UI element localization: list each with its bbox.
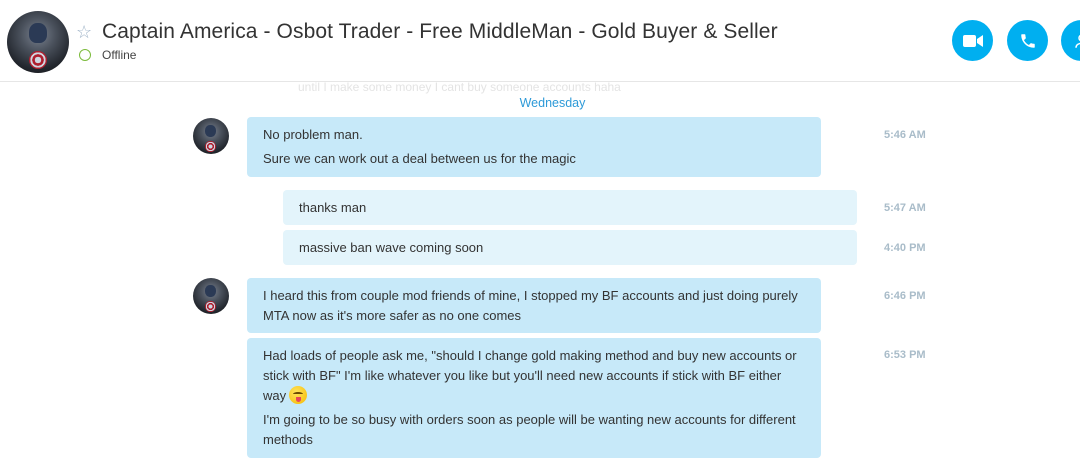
message-timestamp: 4:40 PM (884, 242, 926, 254)
message-bubble[interactable]: massive ban wave coming soon (283, 230, 857, 265)
message-text: No problem man. (263, 127, 363, 142)
tongue-out-wink-emoji-icon (289, 386, 308, 404)
message-text: massive ban wave coming soon (299, 240, 484, 255)
avatar-figure (29, 23, 47, 43)
add-person-icon (1074, 34, 1080, 48)
message-text: Had loads of people ask me, "should I ch… (263, 348, 797, 403)
message-bubble[interactable]: Had loads of people ask me, "should I ch… (247, 338, 821, 458)
avatar-figure (205, 125, 216, 137)
message-timestamp: 6:46 PM (884, 290, 926, 302)
avatar-shield (205, 141, 216, 152)
presence-status-icon (79, 49, 91, 61)
message-bubble[interactable]: No problem man. Sure we can work out a d… (247, 117, 821, 177)
video-camera-icon (962, 34, 983, 47)
message-timestamp: 5:46 AM (884, 129, 926, 141)
video-call-button[interactable] (952, 20, 993, 61)
avatar-figure (205, 285, 216, 297)
message-text: thanks man (299, 200, 367, 215)
avatar-shield (205, 301, 216, 312)
contact-name: Captain America - Osbot Trader - Free Mi… (102, 20, 778, 43)
message-timestamp: 5:47 AM (884, 202, 926, 214)
phone-icon (1020, 33, 1035, 48)
presence-status-text: Offline (102, 48, 137, 62)
contact-avatar[interactable] (7, 11, 69, 73)
message-bubble[interactable]: I heard this from couple mod friends of … (247, 278, 821, 333)
sender-avatar[interactable] (193, 278, 229, 314)
conversation-header: ☆ Captain America - Osbot Trader - Free … (0, 0, 1080, 82)
message-text: Sure we can work out a deal between us f… (263, 151, 576, 166)
message-text: I'm going to be so busy with orders soon… (263, 412, 796, 447)
add-people-button[interactable] (1061, 20, 1080, 61)
day-separator: Wednesday (519, 96, 586, 110)
message-bubble[interactable]: thanks man (283, 190, 857, 225)
previous-message-fragment: until I make some money I cant buy someo… (298, 80, 621, 94)
message-timestamp: 6:53 PM (884, 349, 926, 361)
message-text: I heard this from couple mod friends of … (263, 288, 798, 323)
favorite-star-icon[interactable]: ☆ (76, 22, 92, 42)
avatar-shield (29, 51, 47, 69)
voice-call-button[interactable] (1007, 20, 1048, 61)
sender-avatar[interactable] (193, 118, 229, 154)
